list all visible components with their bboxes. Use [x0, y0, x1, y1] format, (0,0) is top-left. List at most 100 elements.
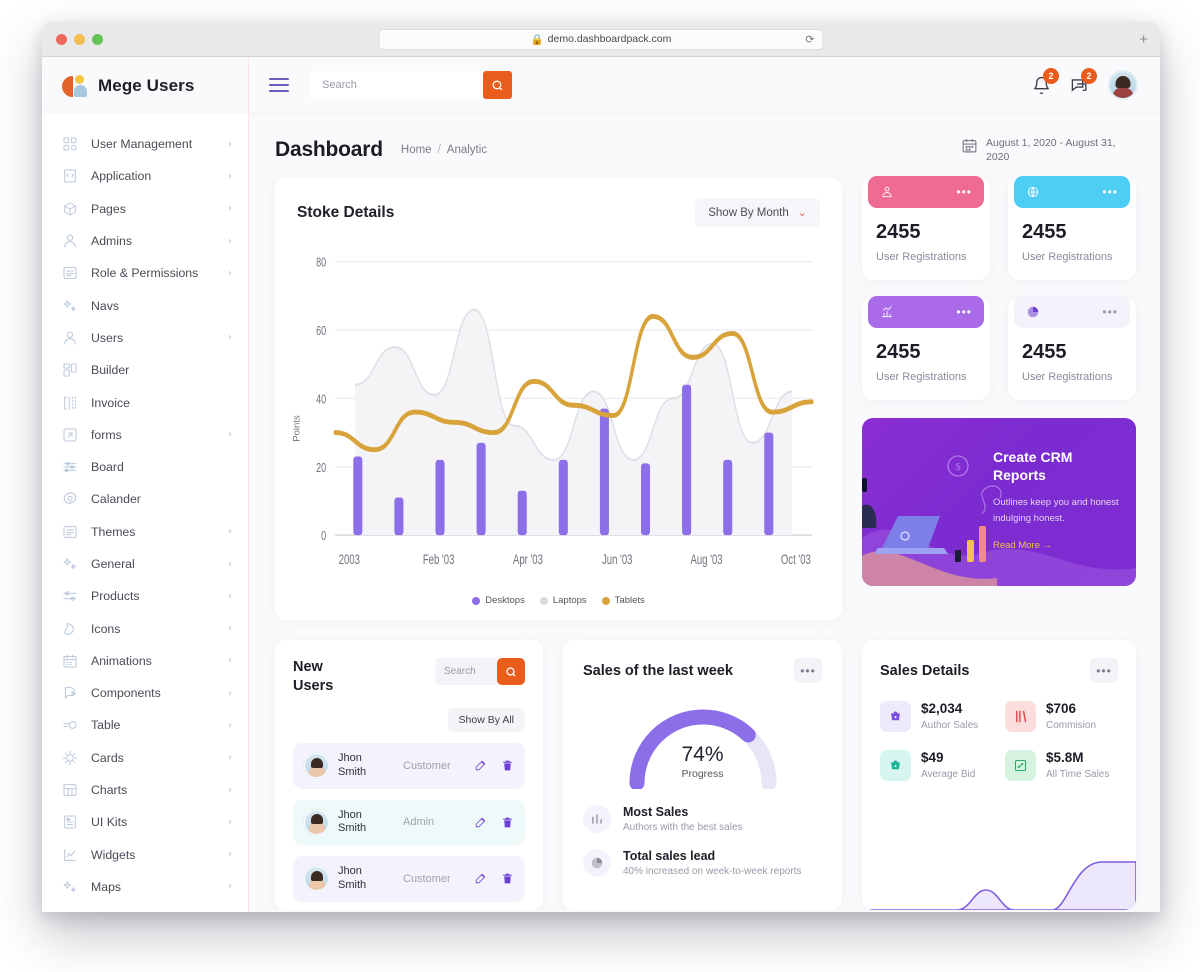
legend-item[interactable]: Tablets	[601, 595, 645, 606]
sidebar-item-builder[interactable]: Builder	[42, 354, 248, 386]
sidebar-item-icons[interactable]: Icons ›	[42, 612, 248, 644]
crm-read-more-link[interactable]: Read More →	[993, 540, 1052, 551]
row-actions	[474, 759, 514, 772]
sidebar-item-cards[interactable]: Cards ›	[42, 742, 248, 774]
svg-text:Jun '03: Jun '03	[602, 552, 633, 568]
stat-card-menu-button[interactable]: •••	[956, 186, 972, 198]
trash-icon[interactable]	[501, 759, 514, 772]
sidebar-item-general[interactable]: General ›	[42, 548, 248, 580]
sales-item-text: Most Sales Authors with the best sales	[623, 805, 743, 833]
sidebar-item-navs[interactable]: Navs	[42, 289, 248, 321]
trash-icon[interactable]	[501, 816, 514, 829]
search-input[interactable]	[311, 71, 483, 99]
breadcrumb-current[interactable]: Analytic	[447, 144, 487, 156]
new-users-panel: New Users Show By Al	[275, 640, 543, 911]
breadcrumb: Home / Analytic	[401, 144, 487, 156]
sidebar-item-role-permissions[interactable]: Role & Permissions ›	[42, 257, 248, 289]
stat-card[interactable]: ••• 2455 User Registrations	[862, 176, 990, 281]
sidebar-item-components[interactable]: Components ›	[42, 677, 248, 709]
stat-card[interactable]: ••• 2455 User Registrations	[1008, 176, 1136, 281]
show-by-all-button[interactable]: Show By All	[447, 708, 525, 733]
stat-card[interactable]: ••• 2455 User Registrations	[862, 296, 990, 401]
sales-item-icon	[583, 805, 611, 834]
sales-week-items: Most Sales Authors with the best sales T…	[583, 805, 822, 878]
close-window-button[interactable]	[56, 33, 67, 45]
sidebar-item-animations[interactable]: Animations ›	[42, 645, 248, 677]
sidebar-item-table[interactable]: Table ›	[42, 709, 248, 741]
gauge-percent: 74%	[681, 743, 724, 767]
user-name: Jhon Smith	[338, 808, 367, 835]
sales-week-menu-button[interactable]: •••	[794, 658, 822, 684]
sales-detail-item[interactable]: $2,034 Author Sales	[880, 701, 993, 734]
sidebar-item-calander[interactable]: Calander	[42, 483, 248, 515]
sidebar-item-forms[interactable]: forms ›	[42, 419, 248, 451]
sidebar-item-label: Builder	[91, 363, 130, 378]
notifications-button[interactable]: 2	[1032, 67, 1059, 95]
hamburger-icon[interactable]	[269, 77, 289, 93]
right-column: ••• 2455 User Registrations ••• 2455 Use…	[862, 176, 1136, 587]
sales-detail-item[interactable]: $5.8M All Time Sales	[1005, 749, 1118, 783]
sidebar-item-users[interactable]: Users ›	[42, 322, 248, 354]
legend-item[interactable]: Desktops	[472, 595, 525, 606]
sales-week-item[interactable]: Most Sales Authors with the best sales	[583, 805, 822, 834]
crm-promo-card[interactable]: $ Create CRM Reports Outlines keep you a…	[862, 418, 1136, 587]
address-bar[interactable]: 🔒 demo.dashboardpack.com ⟳	[378, 28, 824, 50]
sales-detail-item[interactable]: $49 Average Bid	[880, 749, 993, 783]
edit-icon[interactable]	[474, 872, 487, 885]
stat-card[interactable]: ••• 2455 User Registrations	[1008, 296, 1136, 401]
trash-icon[interactable]	[501, 872, 514, 885]
sidebar-item-admins[interactable]: Admins ›	[42, 225, 248, 257]
reload-icon[interactable]: ⟳	[805, 33, 814, 46]
breadcrumb-home[interactable]: Home	[401, 144, 432, 156]
stat-card-menu-button[interactable]: •••	[1102, 306, 1118, 318]
sidebar-item-pages[interactable]: Pages ›	[42, 193, 248, 225]
window-controls[interactable]	[56, 33, 103, 45]
sidebar-item-user-management[interactable]: User Management ›	[42, 128, 248, 160]
list-item[interactable]: Jhon Smith Customer	[293, 856, 525, 902]
minimize-window-button[interactable]	[74, 33, 85, 45]
progress-gauge: 74% Progress	[583, 697, 822, 790]
sales-details-panel: Sales Details ••• $2,034 Author Sales $7…	[862, 640, 1136, 911]
basket-icon	[880, 701, 911, 733]
svg-text:60: 60	[316, 325, 326, 339]
sidebar-item-widgets[interactable]: Widgets ›	[42, 839, 248, 871]
sales-detail-text: $5.8M All Time Sales	[1046, 750, 1109, 783]
sidebar-item-label: Navs	[91, 298, 120, 313]
list-item[interactable]: Jhon Smith Admin	[293, 799, 525, 846]
sales-week-item[interactable]: Total sales lead 40% increased on week-t…	[583, 849, 822, 878]
messages-button[interactable]: 2	[1070, 67, 1097, 95]
stat-card-menu-button[interactable]: •••	[1102, 186, 1118, 198]
sidebar-item-label: Table	[91, 718, 121, 733]
sales-details-menu-button[interactable]: •••	[1090, 658, 1118, 684]
sidebar-item-maps[interactable]: Maps ›	[42, 871, 248, 903]
sidebar-item-charts[interactable]: Charts ›	[42, 774, 248, 806]
sales-detail-text: $706 Commision	[1046, 701, 1096, 734]
search-button[interactable]	[483, 71, 512, 99]
sidebar-item-application[interactable]: Application ›	[42, 160, 248, 192]
sidebar-item-themes[interactable]: Themes ›	[42, 516, 248, 548]
maximize-window-button[interactable]	[92, 33, 103, 45]
sidebar-item-invoice[interactable]: Invoice	[42, 386, 248, 418]
brand-logo[interactable]: Mege Users	[42, 57, 248, 114]
stat-card-menu-button[interactable]: •••	[956, 306, 972, 318]
new-users-search[interactable]	[435, 658, 525, 686]
date-range-picker[interactable]: August 1, 2020 - August 31, 2020	[961, 136, 1136, 164]
sidebar-item-board[interactable]: Board	[42, 451, 248, 483]
legend-item[interactable]: Laptops	[539, 595, 587, 606]
sidebar-item-ui-kits[interactable]: UI Kits ›	[42, 806, 248, 838]
new-users-search-input[interactable]	[435, 658, 497, 686]
edit-icon[interactable]	[474, 816, 487, 829]
sales-detail-item[interactable]: $706 Commision	[1005, 701, 1118, 734]
new-users-search-button[interactable]	[497, 658, 525, 686]
layout-blocks-icon	[61, 362, 78, 379]
edit-icon[interactable]	[474, 759, 487, 772]
show-by-month-label: Show By Month	[708, 206, 789, 219]
chevron-right-icon: ›	[228, 784, 232, 796]
show-by-month-dropdown[interactable]: Show By Month ⌄	[695, 198, 820, 228]
global-search[interactable]	[311, 71, 512, 99]
chevron-right-icon: ›	[228, 526, 232, 538]
sidebar-item-products[interactable]: Products ›	[42, 580, 248, 612]
plus-icon[interactable]: +	[1139, 31, 1148, 48]
list-item[interactable]: Jhon Smith Customer	[293, 743, 525, 789]
avatar[interactable]	[1108, 70, 1138, 100]
